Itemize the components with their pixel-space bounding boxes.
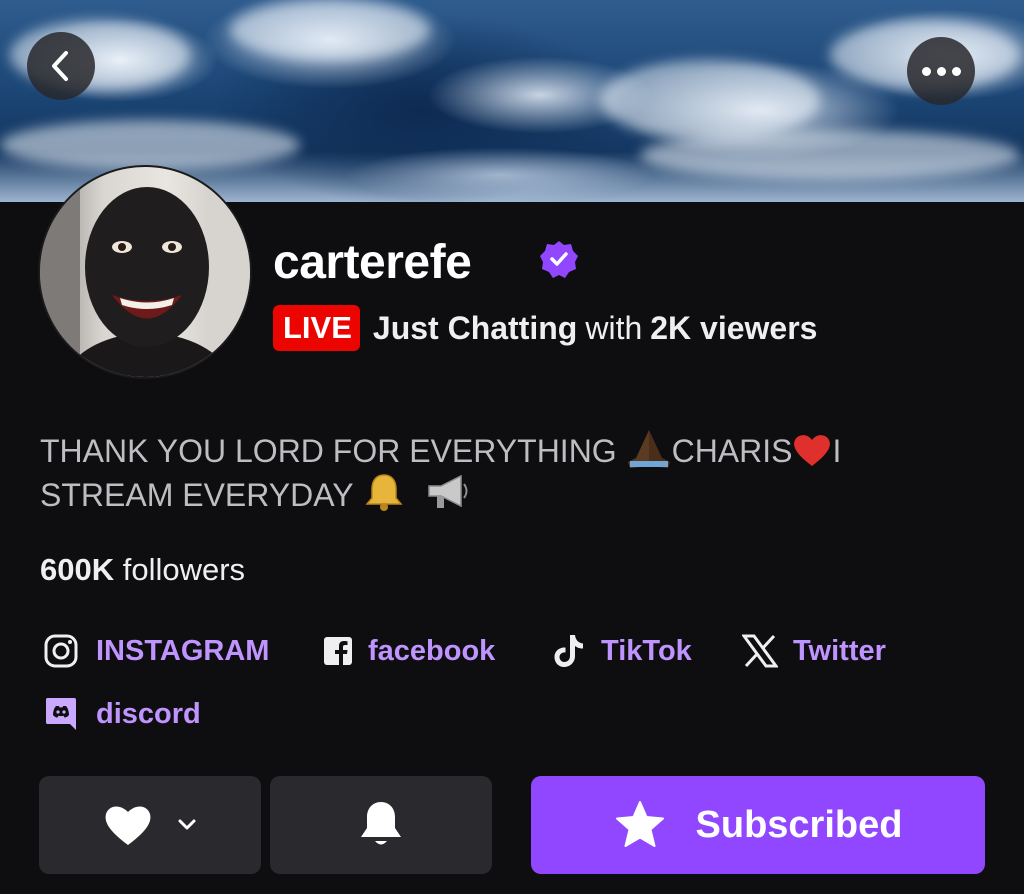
channel-username: carterefe <box>273 236 472 289</box>
instagram-icon <box>43 633 79 669</box>
avatar[interactable] <box>38 165 252 379</box>
stream-category[interactable]: Just Chatting <box>373 310 577 347</box>
social-label-twitter: Twitter <box>793 634 886 667</box>
back-button[interactable] <box>27 32 95 100</box>
star-icon <box>615 801 664 847</box>
follow-button[interactable] <box>39 776 261 874</box>
subscribed-label: Subscribed <box>695 803 903 846</box>
avatar-image <box>40 167 250 377</box>
folded-hands-icon <box>627 430 670 468</box>
bio-text-part2: CHARIS <box>671 433 793 469</box>
live-badge: LIVE <box>273 305 360 351</box>
social-label-tiktok: TikTok <box>601 634 692 667</box>
social-label-instagram: INSTAGRAM <box>96 634 270 667</box>
social-link-facebook[interactable]: facebook <box>320 633 495 669</box>
social-label-facebook: facebook <box>368 634 496 667</box>
discord-icon <box>43 696 79 732</box>
bio-text-part3: I <box>832 433 842 469</box>
followers-label: followers <box>122 552 246 587</box>
followers-number: 600K <box>40 552 115 587</box>
social-link-twitter[interactable]: Twitter <box>742 633 886 669</box>
red-heart-icon <box>794 435 831 466</box>
social-label-discord: discord <box>96 697 201 730</box>
bio-text-part4: STREAM EVERYDAY <box>40 477 362 513</box>
social-link-instagram[interactable]: INSTAGRAM <box>43 633 269 669</box>
bell-emoji-icon <box>365 474 403 511</box>
subscribed-button[interactable]: Subscribed <box>531 776 985 874</box>
tiktok-icon <box>551 633 587 669</box>
notifications-button[interactable] <box>270 776 492 874</box>
chevron-left-icon <box>52 51 68 81</box>
loudspeaker-icon <box>428 474 468 508</box>
verified-badge-icon <box>540 241 578 278</box>
more-dots-icon <box>919 66 964 76</box>
social-link-discord[interactable]: discord <box>43 696 201 732</box>
channel-bio: THANK YOU LORD FOR EVERYTHING CHARIS I ST… <box>40 428 980 516</box>
social-link-tiktok[interactable]: TikTok <box>551 633 692 669</box>
followers-count: 600K followers <box>40 552 245 588</box>
bio-text-part1: THANK YOU LORD FOR EVERYTHING <box>40 433 626 469</box>
heart-icon <box>105 806 151 845</box>
live-status-row[interactable]: LIVE Just Chatting with 2K viewers <box>273 305 817 351</box>
viewer-count: 2K viewers <box>650 309 818 346</box>
x-twitter-icon <box>742 633 778 669</box>
chevron-down-icon[interactable] <box>177 818 197 832</box>
more-options-button[interactable] <box>907 37 975 105</box>
bell-icon <box>361 802 401 845</box>
with-text: with <box>585 309 643 346</box>
facebook-icon <box>320 633 356 669</box>
